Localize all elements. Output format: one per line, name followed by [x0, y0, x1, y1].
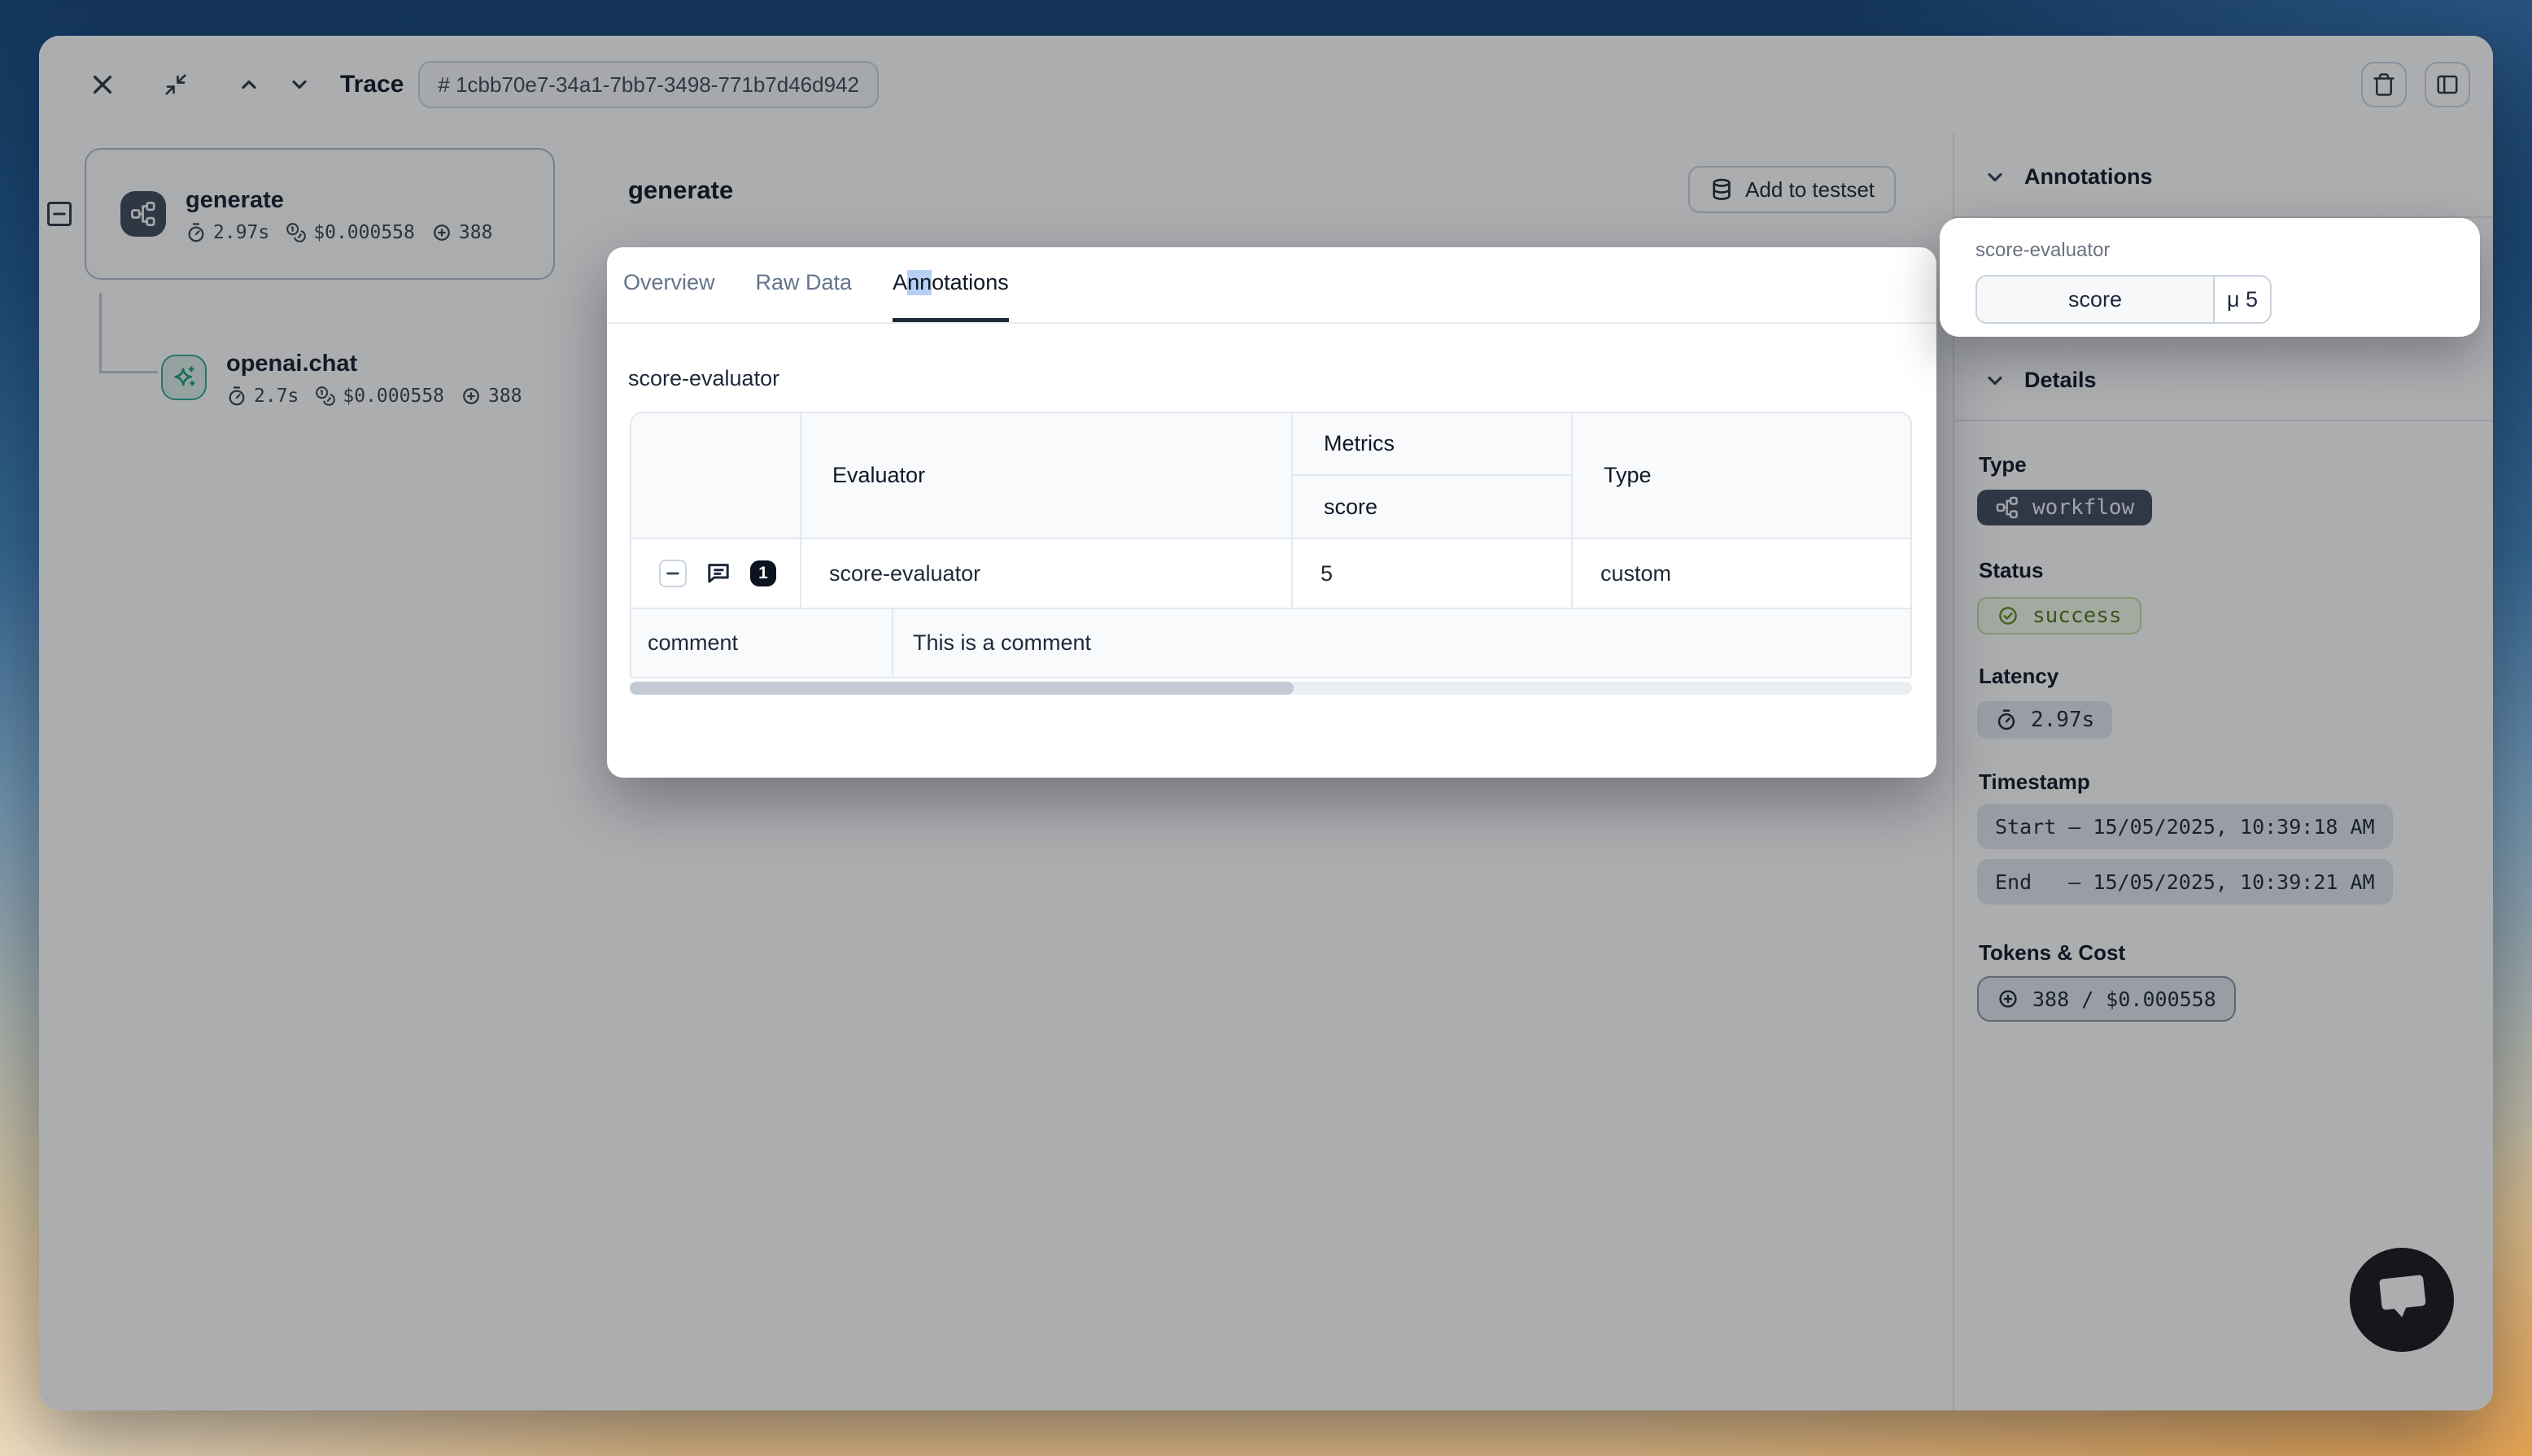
- evaluator-section-title: score-evaluator: [628, 366, 779, 391]
- score-evaluator-popover: score-evaluator score μ 5: [1940, 218, 2480, 337]
- tab-annotations[interactable]: Annotations: [893, 247, 1009, 322]
- actions-column-header: [631, 413, 801, 538]
- comment-value: This is a comment: [893, 630, 1091, 656]
- horizontal-scrollbar[interactable]: [630, 682, 1912, 695]
- comments-button[interactable]: [705, 560, 732, 587]
- evaluator-cell: score-evaluator: [801, 538, 1292, 608]
- tab-text: A: [893, 270, 907, 295]
- type-cell: custom: [1572, 538, 1912, 608]
- tab-text: otations: [932, 270, 1009, 295]
- metric-pill[interactable]: score μ 5: [1975, 275, 2272, 324]
- scrollbar-thumb[interactable]: [630, 682, 1294, 695]
- evaluator-name-label: score-evaluator: [1975, 239, 2110, 262]
- tab-overview[interactable]: Overview: [623, 247, 715, 322]
- trace-window: Trace # 1cbb70e7-34a1-7bb7-3498-771b7d46…: [39, 36, 2493, 1410]
- metrics-column-header: Metrics: [1292, 413, 1572, 475]
- metric-aggregate: μ 5: [2215, 277, 2270, 322]
- tab-text-selected: nn: [907, 270, 932, 295]
- tab-raw-data[interactable]: Raw Data: [756, 247, 853, 322]
- metric-name: score: [1977, 277, 2215, 322]
- evaluator-column-header: Evaluator: [801, 413, 1292, 538]
- comment-icon: [705, 560, 731, 586]
- tab-bar: Overview Raw Data Annotations: [607, 247, 1936, 324]
- table-row: 1 score-evaluator 5 custom: [631, 538, 1912, 608]
- type-column-header: Type: [1572, 413, 1912, 538]
- annotations-card: Overview Raw Data Annotations score-eval…: [607, 247, 1936, 778]
- comment-count-badge: 1: [750, 560, 776, 586]
- score-cell: 5: [1292, 538, 1572, 608]
- metric-subheader: score: [1292, 475, 1572, 538]
- row-actions: 1: [659, 560, 800, 587]
- collapse-row-button[interactable]: [659, 560, 687, 587]
- desktop-background: Trace # 1cbb70e7-34a1-7bb7-3498-771b7d46…: [0, 0, 2532, 1456]
- comment-key: comment: [631, 609, 893, 676]
- comment-row: comment This is a comment: [631, 609, 1910, 676]
- minus-icon: [666, 566, 680, 581]
- annotations-table: Evaluator Metrics Type score: [630, 412, 1912, 678]
